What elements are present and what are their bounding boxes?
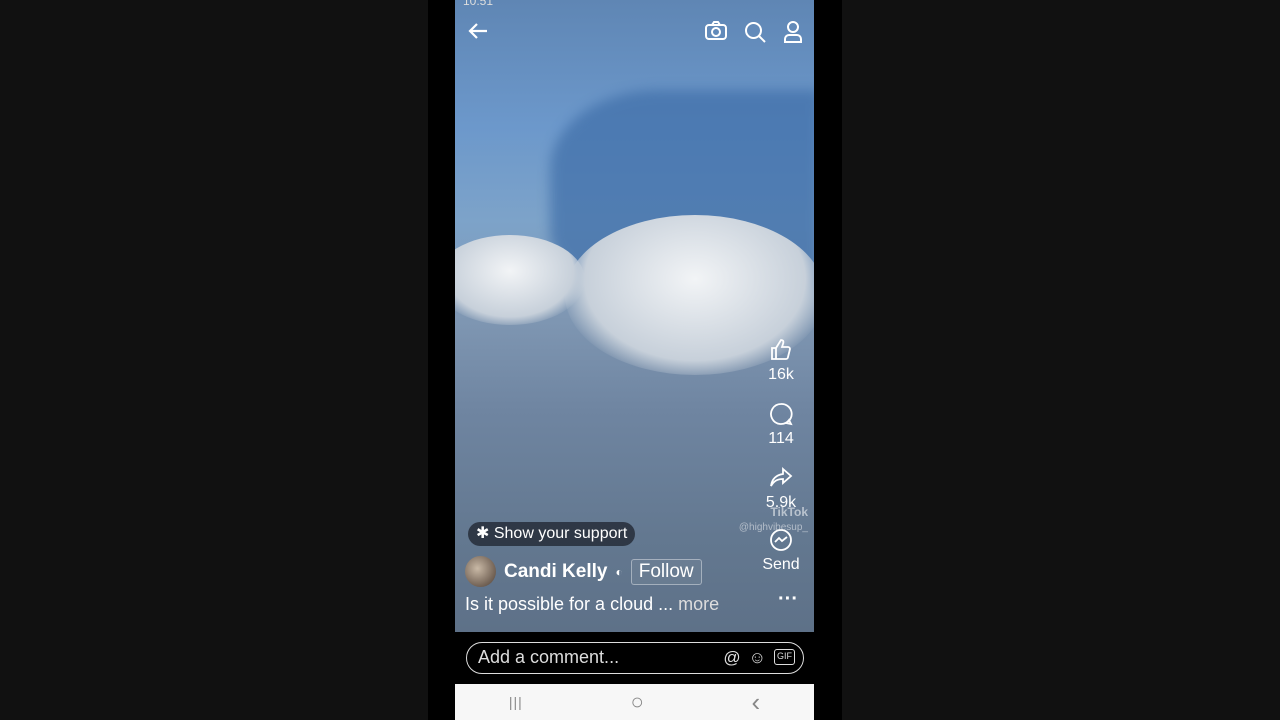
more-options-icon[interactable]: ···: [778, 588, 798, 611]
system-nav-bar: ||| ○ ‹: [455, 684, 814, 720]
caption-text: Is it possible for a cloud ...: [465, 594, 674, 614]
author-row: Candi Kelly ◐ Follow: [465, 556, 702, 587]
mention-icon[interactable]: @: [723, 643, 740, 672]
comment-icon: [770, 403, 793, 426]
messenger-icon: [770, 529, 792, 551]
show-support-button[interactable]: ✱ Show your support: [468, 522, 636, 546]
home-button[interactable]: ○: [630, 689, 643, 715]
profile-icon[interactable]: [783, 21, 803, 49]
star-badge-icon: ✱: [476, 525, 490, 542]
video-player[interactable]: 10:51 16k 114 5.9k TikTok @highvibesup_ …: [455, 0, 814, 632]
search-icon[interactable]: [744, 21, 766, 49]
thumbs-up-icon: [771, 339, 791, 360]
recents-button[interactable]: |||: [509, 694, 523, 710]
avatar[interactable]: [465, 556, 496, 587]
like-count: 16k: [768, 366, 794, 383]
author-name[interactable]: Candi Kelly: [504, 561, 607, 583]
emoji-icon[interactable]: ☺: [749, 643, 766, 672]
like-button[interactable]: 16k: [756, 338, 806, 384]
caption[interactable]: Is it possible for a cloud ... more: [465, 594, 719, 615]
more-link[interactable]: more: [678, 594, 719, 614]
comment-placeholder: Add a comment...: [478, 647, 620, 667]
share-icon: [770, 467, 793, 487]
camera-icon[interactable]: [705, 21, 727, 47]
send-button[interactable]: Send: [756, 528, 806, 574]
globe-icon: ◐: [615, 564, 623, 579]
follow-button[interactable]: Follow: [630, 558, 702, 585]
send-label: Send: [762, 556, 800, 573]
comment-count: 114: [768, 430, 794, 447]
comment-button[interactable]: 114: [756, 402, 806, 448]
support-label: Show your support: [493, 525, 628, 542]
tiktok-watermark: TikTok: [770, 505, 808, 519]
back-arrow-icon[interactable]: [467, 20, 489, 48]
back-button[interactable]: ‹: [751, 687, 760, 718]
status-time: 10:51: [463, 0, 494, 8]
comment-input[interactable]: Add a comment... @ ☺ GIF: [466, 642, 804, 674]
gif-icon[interactable]: GIF: [774, 649, 795, 665]
